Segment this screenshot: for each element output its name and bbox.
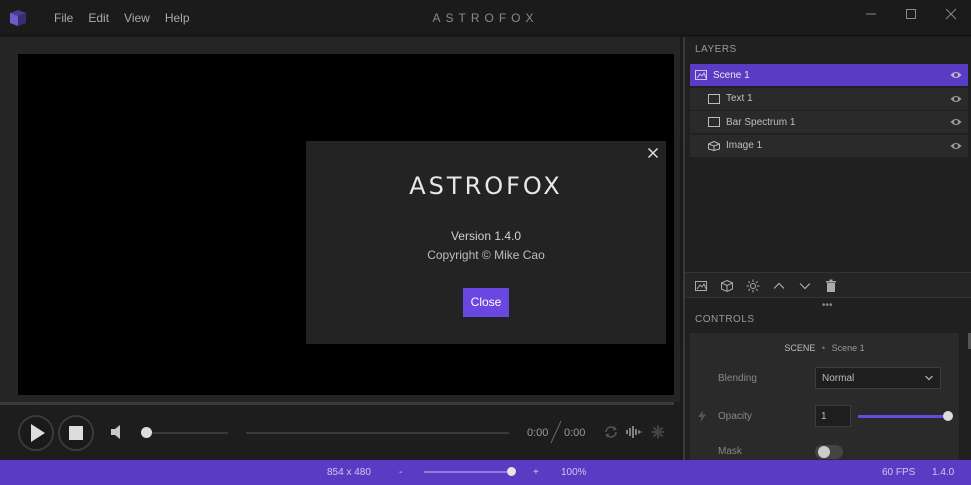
layers-list: Scene 1 Text 1 Bar Spectrum 1 Image 1 [690,64,968,158]
play-button[interactable] [18,415,54,451]
total-time: 0:00 [564,427,586,439]
move-up-icon[interactable] [772,279,786,293]
mask-label: Mask [718,446,742,457]
about-dialog: ASTROFOX Version 1.4.0 Copyright © Mike … [306,141,666,344]
add-display-icon[interactable] [720,279,734,293]
about-logo: ASTROFOX [409,172,563,200]
zoom-slider-thumb[interactable] [507,467,516,476]
panel-resize-handle[interactable]: ••• [822,300,833,311]
layer-label: Scene 1 [713,69,750,81]
audio-waveform-seek[interactable] [246,432,509,434]
layer-item-image-1[interactable]: Image 1 [690,134,968,157]
scene-name-label: Scene 1 [831,343,865,353]
controls-heading: CONTROLS [695,314,755,325]
right-panel: LAYERS Scene 1 Text 1 Bar Spectrum 1 Ima… [683,37,971,460]
canvas-resolution: 854 x 480 [327,467,371,478]
image-layer-icon [708,140,720,151]
current-time: 0:00 [527,427,549,439]
close-icon[interactable] [646,146,660,160]
layers-heading: LAYERS [695,44,737,55]
status-bar: 854 x 480 - + 100% 60 FPS 1.4.0 [0,460,971,485]
eye-icon[interactable] [950,70,962,80]
fps-counter: 60 FPS [882,467,916,478]
scene-icon [695,70,707,80]
opacity-slider-thumb[interactable] [943,411,953,421]
mask-toggle-knob[interactable] [818,446,830,458]
close-window-button[interactable] [939,5,963,23]
repeat-icon[interactable] [603,425,619,439]
zoom-slider-track[interactable] [424,471,512,473]
text-layer-icon [708,93,720,104]
eye-icon[interactable] [950,141,962,151]
stop-button[interactable] [58,415,94,451]
eye-icon[interactable] [950,94,962,104]
layer-item-text-1[interactable]: Text 1 [690,87,968,110]
layer-label: Text 1 [726,93,753,104]
title-bar: File Edit View Help ASTROFOX [0,0,971,36]
zoom-in-button[interactable]: + [533,467,539,478]
minimize-button[interactable] [859,5,883,23]
close-dialog-button[interactable]: Close [463,288,509,317]
link-reactor-icon[interactable] [698,410,706,422]
scene-controls: SCENE • Scene 1 Blending Normal Opacity … [690,333,959,460]
volume-slider-thumb[interactable] [141,427,152,438]
osc-settings-icon[interactable] [650,425,666,439]
layer-item-scene-1[interactable]: Scene 1 [690,64,968,86]
time-separator [550,420,562,444]
play-icon [31,424,45,442]
about-version: Version 1.4.0 [450,229,522,243]
opacity-input[interactable]: 1 [815,405,851,427]
about-copyright: Copyright © Mike Cao [427,248,545,262]
chevron-down-icon [925,375,933,381]
maximize-button[interactable] [899,5,923,23]
zoom-out-button[interactable]: - [399,467,402,478]
scene-control-header: SCENE • Scene 1 [784,343,865,353]
close-icon [945,8,957,20]
blending-select[interactable]: Normal [815,367,941,389]
move-down-icon[interactable] [798,279,812,293]
add-effect-icon[interactable] [746,279,760,293]
zoom-level: 100% [561,467,587,478]
blending-value: Normal [822,373,855,384]
scene-type-label: SCENE [784,343,816,353]
blending-label: Blending [718,373,757,384]
display-layer-icon [708,117,720,127]
waveform-icon[interactable] [626,425,642,439]
volume-icon[interactable] [110,424,124,440]
app-version: 1.4.0 [932,467,955,478]
eye-icon[interactable] [950,117,962,127]
playback-progress[interactable] [0,402,674,405]
layer-label: Bar Spectrum 1 [726,116,796,128]
delete-icon[interactable] [824,279,838,293]
layer-label: Image 1 [726,140,763,151]
opacity-slider-track[interactable] [858,415,946,418]
volume-slider-track[interactable] [146,432,228,434]
maximize-icon [906,9,916,19]
layer-item-bar-spectrum-1[interactable]: Bar Spectrum 1 [690,111,968,133]
player-bar: 0:00 0:00 [0,402,680,460]
opacity-label: Opacity [718,411,752,422]
app-title: ASTROFOX [432,11,539,25]
stop-icon [69,426,83,440]
layer-toolbar [685,272,971,298]
add-scene-icon[interactable] [694,279,708,293]
minimize-icon [866,13,876,15]
